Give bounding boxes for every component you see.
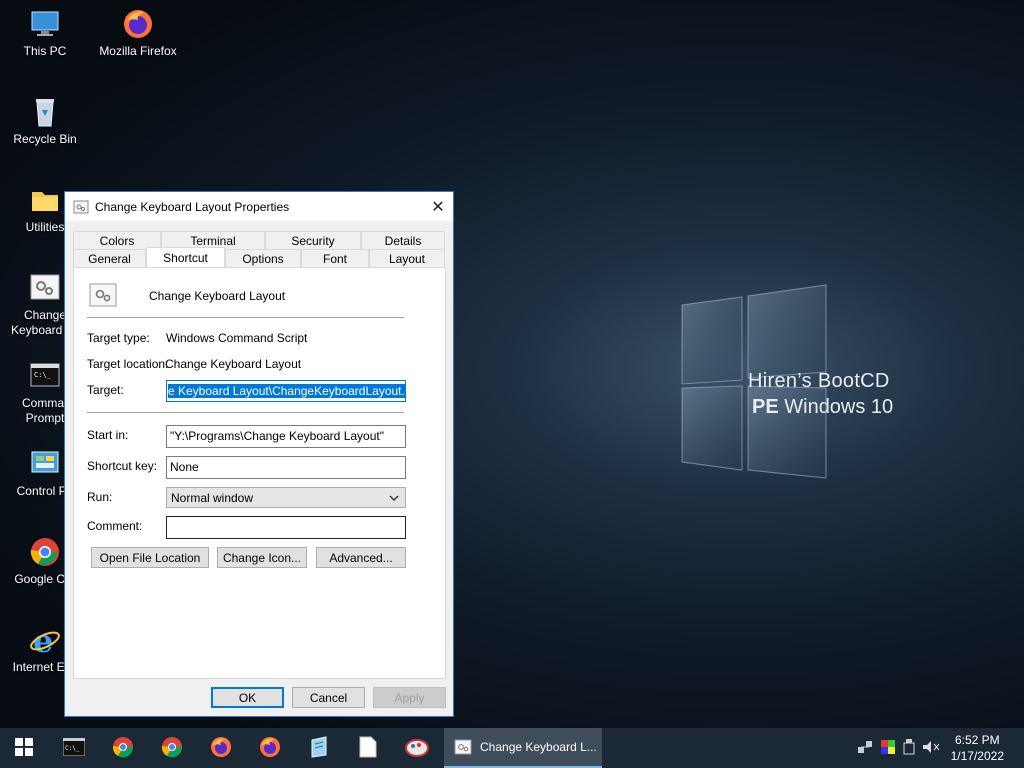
run-label: Run: [87,490,113,504]
internet-explorer-icon: e [29,622,61,660]
dialog-titlebar[interactable]: Change Keyboard Layout Properties ✕ [65,192,453,221]
shortcut-key-label: Shortcut key: [87,459,158,473]
volume-muted-icon[interactable] [922,739,940,758]
taskbar-notepad[interactable] [295,728,343,768]
cancel-button[interactable]: Cancel [292,687,365,708]
divider [87,317,404,318]
ok-button[interactable]: OK [211,687,284,708]
recycle-bin-icon [29,96,61,128]
close-icon[interactable]: ✕ [423,192,453,221]
computer-icon [29,8,61,40]
tab-general[interactable]: General [73,249,146,267]
tab-security[interactable]: Security [265,231,361,249]
system-tray [857,728,940,768]
start-button[interactable] [0,728,48,768]
svg-text:C:\_: C:\_ [34,371,52,379]
shortcut-name: Change Keyboard Layout [149,289,286,303]
target-type-value: Windows Command Script [166,331,308,345]
control-panel-icon [29,448,61,480]
shortcut-key-input[interactable]: None [166,456,406,479]
dialog-title: Change Keyboard Layout Properties [95,199,290,214]
chrome-icon [112,736,134,761]
terminal-icon: C:\_ [29,360,61,392]
chevron-down-icon [389,492,399,502]
change-icon-button[interactable]: Change Icon... [217,547,307,568]
target-location-label: Target location: [87,357,169,371]
target-type-label: Target type: [87,331,150,345]
tab-layout[interactable]: Layout [369,249,445,267]
taskbar-active-window[interactable]: Change Keyboard L... [444,728,602,768]
properties-dialog: Change Keyboard Layout Properties ✕ Colo… [64,191,454,717]
taskbar-firefox[interactable] [197,728,245,768]
taskbar-blank-document[interactable] [344,728,392,768]
run-select[interactable]: Normal window [166,487,406,508]
settings-script-icon [29,272,61,304]
taskbar: C:\_ Change Keyboard L... 6:52 PM 1/17/2… [0,728,1024,768]
desktop-icon-recycle-bin[interactable]: Recycle Bin [5,96,85,147]
clock-time: 6:52 PM [954,733,1000,747]
tab-details[interactable]: Details [361,231,445,249]
windows-logo-icon [14,737,34,760]
taskbar-paint-tool[interactable] [393,728,441,768]
start-in-label: Start in: [87,428,129,442]
tab-font[interactable]: Font [301,249,369,267]
notepad-icon [308,735,330,761]
firefox-icon [259,736,281,761]
tab-strip: Colors Terminal Security Details General… [73,231,445,267]
taskbar-firefox-2[interactable] [246,728,294,768]
shortcut-large-icon [89,283,117,307]
taskbar-active-window-label: Change Keyboard L... [480,740,597,754]
taskbar-command-prompt[interactable]: C:\_ [50,728,98,768]
advanced-button[interactable]: Advanced... [316,547,406,568]
comment-input[interactable] [166,516,406,539]
chrome-icon [29,536,61,568]
shortcut-panel: Change Keyboard Layout Target type: Wind… [73,267,446,679]
wallpaper-brand-line2: PE Windows 10 [752,396,894,418]
taskbar-chrome-2[interactable] [148,728,196,768]
taskbar-chrome[interactable] [99,728,147,768]
svg-text:C:\_: C:\_ [65,745,80,752]
target-label: Target: [87,383,124,397]
document-icon [359,736,377,761]
run-select-value: Normal window [171,491,254,505]
usb-drive-icon[interactable] [903,738,915,758]
firefox-icon [210,736,232,761]
target-input[interactable]: e Keyboard Layout\ChangeKeyboardLayout.c… [166,380,406,402]
network-icon[interactable] [857,739,873,758]
tab-shortcut[interactable]: Shortcut [146,247,225,267]
chrome-icon [161,736,183,761]
comment-label: Comment: [87,519,143,533]
apply-button[interactable]: Apply [373,687,446,708]
wallpaper-brand-line1: Hiren’s BootCD [748,370,890,392]
display-color-icon[interactable] [880,739,896,758]
terminal-icon: C:\_ [62,737,86,759]
target-location-value: Change Keyboard Layout [165,357,302,371]
clock-date: 1/17/2022 [950,749,1004,763]
settings-script-icon [73,199,89,215]
folder-icon [29,184,61,216]
taskbar-clock[interactable]: 6:52 PM 1/17/2022 [951,732,1004,764]
start-in-input[interactable]: "Y:\Programs\Change Keyboard Layout" [166,425,406,448]
divider [87,412,404,413]
open-file-location-button[interactable]: Open File Location [91,547,209,568]
desktop-icon-firefox[interactable]: Mozilla Firefox [98,8,178,59]
firefox-icon [122,8,154,40]
tab-options[interactable]: Options [225,249,301,267]
paint-icon [404,736,430,761]
desktop-icon-this-pc[interactable]: This PC [5,8,85,59]
settings-script-icon [454,739,472,755]
